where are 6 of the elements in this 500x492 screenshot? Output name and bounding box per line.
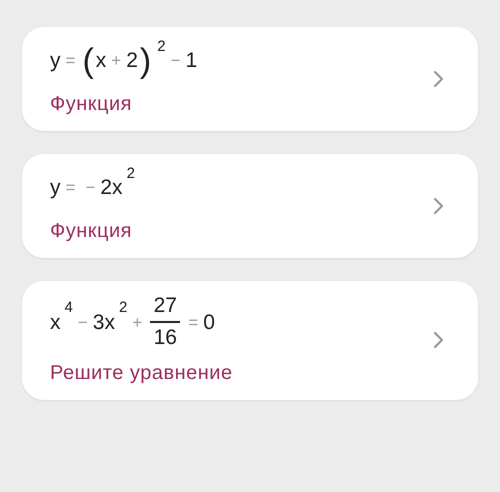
chevron-right-icon [433,197,444,215]
chevron-right-icon [433,331,444,350]
card-type-label: Функция [50,92,132,117]
card-type-label: Решите уравнение [50,360,233,386]
card-type-label: Функция [50,219,132,244]
chevron-right-icon [433,70,444,88]
